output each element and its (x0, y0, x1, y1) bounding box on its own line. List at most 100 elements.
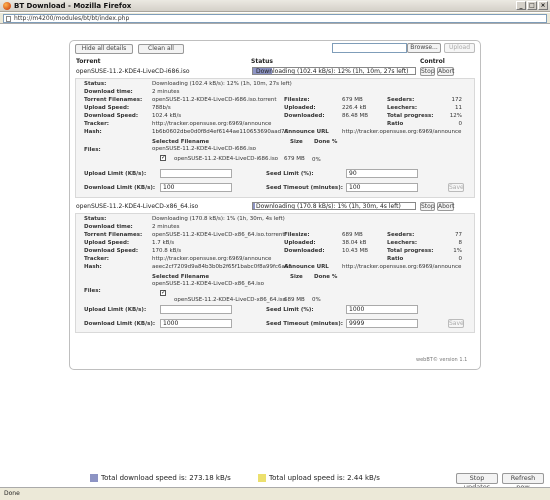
stop-updates-button[interactable]: Stop updates (456, 473, 498, 491)
filesize-value: 689 MB (342, 232, 363, 238)
torrent-details: Status: Downloading (102.4 kB/s): 12% (1… (75, 78, 475, 198)
download-time-value: 2 minutes (152, 224, 180, 230)
tracker-label: Tracker: (84, 121, 109, 127)
files-label: Files: (84, 288, 101, 294)
uploaded-label: Uploaded: (284, 240, 316, 246)
torrent-name: openSUSE-11.2-KDE4-LiveCD-i686.iso (76, 68, 190, 75)
torrent-header: Torrent (76, 58, 101, 65)
seed-timeout-input[interactable]: 9999 (346, 319, 418, 328)
download-speed-value: 102.4 kB/s (152, 113, 182, 119)
file-done: 0% (312, 157, 321, 163)
upload-limit-input[interactable] (160, 169, 232, 178)
browse-button[interactable]: Browse... (407, 43, 441, 53)
file-checkbox[interactable]: ✓ (160, 155, 166, 161)
total-progress-value: 12% (449, 113, 462, 119)
status-value: Downloading (102.4 kB/s): 12% (1h, 10m, … (152, 81, 292, 87)
hash-value: aeec2cf7209d9a84b3b0b2f65f1babc0f8a99fc6… (152, 264, 292, 270)
ratio-label: Ratio (387, 121, 404, 127)
torrent-filenames-value: openSUSE-11.2-KDE4-LiveCD-x86_64.iso.tor… (152, 232, 285, 238)
seeders-label: Seeders: (387, 97, 415, 103)
seeders-value: 77 (455, 232, 462, 238)
minimize-icon[interactable]: _ (516, 1, 526, 10)
download-limit-input[interactable]: 100 (160, 183, 232, 192)
abort-button[interactable]: Abort (437, 67, 454, 76)
stop-button[interactable]: Stop (420, 67, 435, 76)
selected-filename-header: Selected Filename (152, 274, 210, 280)
tracker-label: Tracker: (84, 256, 109, 262)
maximize-icon[interactable]: □ (527, 1, 537, 10)
upload-limit-label: Upload Limit (KB/s): (84, 171, 147, 177)
announce-url-label: Announce URL (284, 129, 329, 135)
announce-url-label: Announce URL (284, 264, 329, 270)
leechers-value: 8 (458, 240, 463, 246)
close-icon[interactable]: × (538, 1, 548, 10)
torrent-filenames-label: Torrent Filenames: (84, 97, 143, 103)
download-limit-input[interactable]: 1000 (160, 319, 232, 328)
total-progress-label: Total progress: (387, 113, 434, 119)
torrent-file-input[interactable] (332, 43, 407, 53)
announce-url-value: http://tracker.opensuse.org:6969/announc… (342, 129, 462, 135)
selected-filename-header: Selected Filename (152, 139, 210, 145)
leechers-label: Leechers: (387, 105, 418, 111)
page-icon (6, 16, 11, 22)
torrent-details: Status: Downloading (170.8 kB/s): 1% (1h… (75, 213, 475, 333)
ratio-label: Ratio (387, 256, 404, 262)
upload-limit-input[interactable] (160, 305, 232, 314)
file-name: openSUSE-11.2-KDE4-LiveCD-i686.iso (152, 146, 257, 152)
seeders-label: Seeders: (387, 232, 415, 238)
hide-details-button[interactable]: Hide all details (75, 44, 133, 54)
size-header: Size (290, 274, 303, 280)
url-field[interactable]: http://m4200/modules/bt/bt/index.php (3, 14, 547, 23)
uploaded-value: 226.4 kB (342, 105, 367, 111)
file-checkbox[interactable]: ✓ (160, 290, 166, 296)
seed-limit-input[interactable]: 1000 (346, 305, 418, 314)
progress-fill (253, 203, 255, 209)
tracker-value: http://tracker.opensuse.org:6969/announc… (152, 256, 272, 262)
download-speed-label: Download Speed: (84, 113, 139, 119)
file-checkbox-label: openSUSE-11.2-KDE4-LiveCD-x86_64.iso (174, 297, 287, 303)
save-button[interactable]: Save (448, 319, 464, 328)
downloaded-value: 86.48 MB (342, 113, 369, 119)
torrent-filenames-value: openSUSE-11.2-KDE4-LiveCD-i686.iso.torre… (152, 97, 277, 103)
download-speed-label: Download Speed: (84, 248, 139, 254)
upload-speed-value: 788b/s (152, 105, 171, 111)
version-text: webBT© version 1.1 (416, 357, 468, 363)
upload-button[interactable]: Upload (444, 43, 475, 53)
download-time-label: Download time: (84, 224, 133, 230)
download-speed-value: 170.8 kB/s (152, 248, 182, 254)
seed-timeout-input[interactable]: 100 (346, 183, 418, 192)
window-controls: _ □ × (516, 1, 548, 10)
status-label: Status: (84, 216, 107, 222)
refresh-now-button[interactable]: Refresh now (502, 473, 544, 491)
stop-button[interactable]: Stop (420, 202, 435, 211)
save-button[interactable]: Save (448, 183, 464, 192)
seed-limit-label: Seed Limit (%): (266, 307, 314, 313)
torrent-progress-bar: Downloading (170.8 kB/s): 1% (1h, 30m, 4… (252, 202, 416, 210)
seed-limit-input[interactable]: 90 (346, 169, 418, 178)
status-value: Downloading (170.8 kB/s): 1% (1h, 30m, 4… (152, 216, 285, 222)
file-done: 0% (312, 297, 321, 303)
downloaded-label: Downloaded: (284, 113, 325, 119)
hash-value: 1b6b0602dbe0d0f8d4ef6144ae110653690aad7d (152, 129, 289, 135)
download-time-label: Download time: (84, 89, 133, 95)
clean-all-button[interactable]: Clean all (138, 44, 184, 54)
status-header: Status (251, 58, 273, 65)
seed-timeout-label: Seed Timeout (minutes): (266, 185, 343, 191)
progress-text: Downloading (102.4 kB/s): 12% (1h, 10m, … (256, 68, 409, 75)
abort-button[interactable]: Abort (437, 202, 454, 211)
window-titlebar: BT Download - Mozilla Firefox _ □ × (0, 0, 550, 12)
seed-limit-label: Seed Limit (%): (266, 171, 314, 177)
done-header: Done % (314, 139, 338, 145)
torrent-filenames-label: Torrent Filenames: (84, 232, 143, 238)
download-swatch (90, 474, 98, 482)
progress-text: Downloading (170.8 kB/s): 1% (1h, 30m, 4… (256, 203, 401, 210)
total-progress-label: Total progress: (387, 248, 434, 254)
seed-timeout-label: Seed Timeout (minutes): (266, 321, 343, 327)
tracker-value: http://tracker.opensuse.org:6969/announc… (152, 121, 272, 127)
done-header: Done % (314, 274, 338, 280)
ratio-value: 0 (458, 121, 463, 127)
files-label: Files: (84, 147, 101, 153)
total-download-speed: Total download speed is: 273.18 kB/s (101, 474, 231, 482)
downloaded-label: Downloaded: (284, 248, 325, 254)
leechers-label: Leechers: (387, 240, 418, 246)
